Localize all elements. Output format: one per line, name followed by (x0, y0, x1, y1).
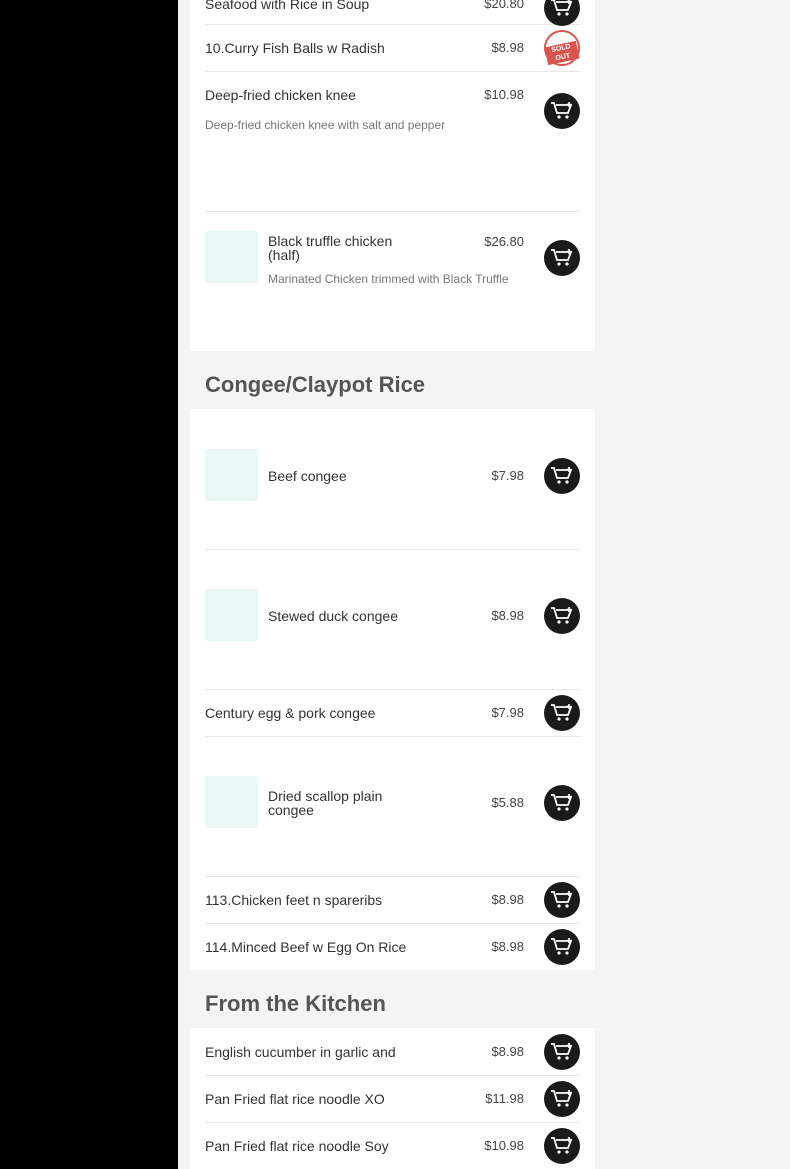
item-name: Pan Fried flat rice noodle Soy (205, 1138, 389, 1154)
menu-item[interactable]: Dried scallop plain congee $5.88 (205, 736, 580, 877)
item-name: Beef congee (268, 468, 347, 484)
item-name: Seafood with Rice in Soup (205, 0, 370, 12)
item-price: $26.80 (484, 234, 524, 249)
menu-item[interactable]: Pan Fried flat rice noodle Soy $10.98 (205, 1122, 580, 1169)
item-price: $7.98 (491, 705, 524, 720)
menu-item[interactable]: English cucumber in garlic and $8.98 (205, 1028, 580, 1076)
left-sidebar (0, 0, 178, 1169)
item-price: $8.98 (491, 939, 524, 954)
menu-item[interactable]: Stewed duck congee $8.98 (205, 549, 580, 690)
item-thumbnail (205, 449, 258, 501)
menu-item[interactable]: Deep-fried chicken knee Deep-fried chick… (205, 71, 580, 212)
menu-item[interactable]: 113.Chicken feet n spareribs $8.98 (205, 876, 580, 924)
item-name: Black truffle chicken (half) (268, 233, 393, 263)
item-description: Deep-fried chicken knee with salt and pe… (205, 118, 446, 132)
menu-item[interactable]: 114.Minced Beef w Egg On Rice $8.98 (205, 923, 580, 970)
menu-item[interactable]: Century egg & pork congee $7.98 (205, 689, 580, 737)
menu-content: Seafood with Rice in Soup $20.80 10.Curr… (178, 0, 790, 1169)
add-to-cart-icon[interactable] (544, 1034, 580, 1070)
item-name: 113.Chicken feet n spareribs (205, 892, 383, 908)
add-to-cart-icon[interactable] (544, 1081, 580, 1117)
item-name: Pan Fried flat rice noodle XO (205, 1091, 385, 1107)
add-to-cart-icon[interactable] (544, 458, 580, 494)
add-to-cart-icon[interactable] (544, 882, 580, 918)
add-to-cart-icon[interactable] (544, 695, 580, 731)
item-price: $11.98 (485, 1091, 524, 1106)
item-name: Dried scallop plain congee (268, 788, 383, 818)
add-to-cart-icon[interactable] (544, 598, 580, 634)
menu-item[interactable]: 10.Curry Fish Balls w Radish $8.98 SOLD … (205, 24, 580, 72)
item-name: Stewed duck congee (268, 608, 398, 624)
item-name: 114.Minced Beef w Egg On Rice (205, 939, 407, 955)
menu-item[interactable]: Black truffle chicken (half) Marinated C… (205, 211, 580, 351)
item-price: $8.98 (491, 40, 524, 55)
menu-card: Seafood with Rice in Soup $20.80 10.Curr… (190, 0, 595, 351)
sold-out-badge: SOLD OUT (544, 30, 580, 66)
item-name: Deep-fried chicken knee (205, 87, 356, 103)
item-price: $8.98 (491, 1044, 524, 1059)
menu-item[interactable]: Seafood with Rice in Soup $20.80 (205, 0, 580, 26)
menu-item[interactable]: Beef congee $7.98 (205, 409, 580, 550)
item-price: $7.98 (491, 468, 524, 483)
add-to-cart-icon[interactable] (544, 1128, 580, 1164)
item-name: Century egg & pork congee (205, 705, 376, 721)
item-thumbnail (205, 231, 258, 283)
menu-card: Beef congee $7.98 Stewed duck congee $8.… (190, 409, 595, 970)
item-description: Marinated Chicken trimmed with Black Tru… (268, 272, 509, 286)
item-name: English cucumber in garlic and (205, 1044, 396, 1060)
add-to-cart-icon[interactable] (544, 929, 580, 965)
section-title: Congee/Claypot Rice (205, 372, 426, 397)
item-thumbnail (205, 776, 258, 828)
item-price: $5.88 (491, 795, 524, 810)
item-price: $20.80 (484, 0, 524, 11)
add-to-cart-icon[interactable] (544, 93, 580, 129)
item-price: $8.98 (491, 892, 524, 907)
add-to-cart-icon[interactable] (544, 240, 580, 276)
menu-item[interactable]: Pan Fried flat rice noodle XO $11.98 (205, 1075, 580, 1123)
add-to-cart-icon[interactable] (544, 0, 580, 26)
add-to-cart-icon[interactable] (544, 785, 580, 821)
item-price: $8.98 (491, 608, 524, 623)
section-title: From the Kitchen (205, 991, 386, 1016)
item-thumbnail (205, 589, 258, 641)
item-name: 10.Curry Fish Balls w Radish (205, 40, 385, 56)
menu-card: English cucumber in garlic and $8.98 Pan… (190, 1028, 595, 1169)
item-price: $10.98 (484, 1138, 524, 1153)
sold-out-label: SOLD OUT (544, 40, 580, 66)
item-price: $10.98 (484, 87, 524, 102)
